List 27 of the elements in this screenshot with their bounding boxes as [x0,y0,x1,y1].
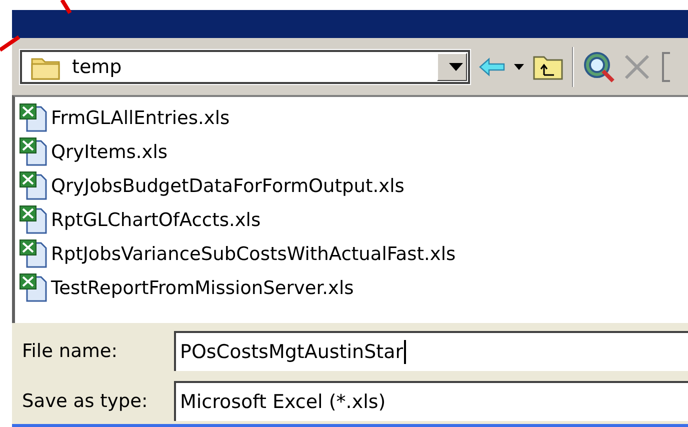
back-button[interactable] [478,56,506,76]
globe-magnifier-icon [582,50,616,84]
search-web-button[interactable] [582,50,616,84]
toolbar-button-edge [662,52,670,82]
file-item[interactable]: QryJobsBudgetDataForFormOutput.xls [15,169,688,203]
file-item[interactable]: TestReportFromMissionServer.xls [15,271,688,305]
field-label: File name: [21,340,119,362]
spreadsheet-file-icon [19,239,49,269]
spreadsheet-file-icon [19,273,49,303]
back-arrow-icon [478,56,506,76]
file-item[interactable]: RptJobsVarianceSubCostsWithActualFast.xls [15,237,688,271]
spreadsheet-file-icon [19,171,49,201]
caret-icon [449,62,463,70]
file-item[interactable]: FrmGLAllEntries.xls [15,101,688,135]
input-field[interactable]: POsCostsMgtAustinStar [174,331,688,371]
dropdown-button[interactable] [437,52,467,80]
spreadsheet-file-icon [19,137,49,167]
close-icon [624,54,650,80]
field-label: Save as type: [21,390,149,412]
location-dropdown[interactable]: temp [20,50,470,84]
spreadsheet-file-icon [19,205,49,235]
spreadsheet-file-icon [19,103,49,133]
file-item[interactable]: QryItems.xls [15,135,688,169]
file-item[interactable]: RptGLChartOfAccts.xls [15,203,688,237]
input-field[interactable]: Microsoft Excel (*.xls) [174,381,688,421]
caret-icon[interactable] [514,64,524,70]
annotation-line [0,0,72,52]
